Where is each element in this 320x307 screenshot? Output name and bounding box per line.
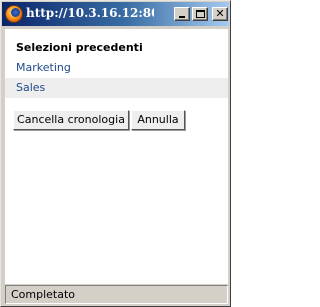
status-bar: Completato	[5, 285, 228, 304]
maximize-icon	[196, 10, 205, 18]
close-button[interactable]: ✕	[212, 7, 228, 21]
minimize-icon	[179, 16, 185, 18]
close-icon: ✕	[215, 7, 225, 20]
status-text: Completato	[11, 288, 76, 301]
maximize-button[interactable]	[192, 7, 208, 21]
clear-history-button[interactable]: Cancella cronologia	[13, 110, 129, 130]
cancel-button[interactable]: Annulla	[131, 110, 185, 130]
page-content: Selezioni precedenti Marketing Sales Can…	[5, 29, 228, 284]
firefox-icon	[5, 5, 23, 23]
window-title: http://10.3.16.12:8081 - ...	[26, 6, 154, 20]
history-item-marketing[interactable]: Marketing	[5, 58, 228, 78]
browser-popup-window: http://10.3.16.12:8081 - ... ✕ Selezioni…	[0, 0, 231, 307]
minimize-button[interactable]	[174, 7, 190, 21]
title-bar[interactable]: http://10.3.16.12:8081 - ... ✕	[2, 2, 229, 26]
section-title: Selezioni precedenti	[16, 41, 143, 54]
history-item-sales[interactable]: Sales	[5, 78, 228, 98]
